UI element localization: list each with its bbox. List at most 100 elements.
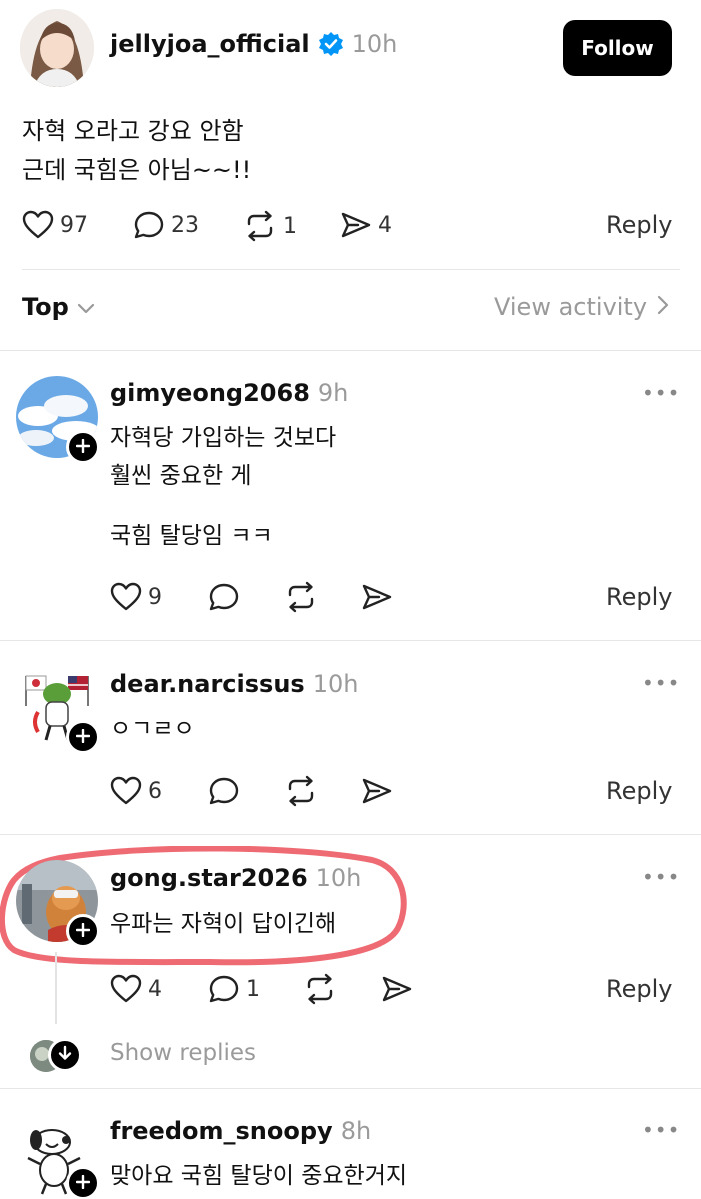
post-body: 자혁 오라고 강요 안함 근데 국힘은 아님~~!! <box>22 112 251 190</box>
avatar[interactable] <box>20 9 94 87</box>
comment-header: freedom_snoopy 8h <box>110 1117 371 1145</box>
divider <box>0 640 701 641</box>
share-button[interactable] <box>361 582 393 612</box>
share-icon <box>381 974 413 1004</box>
post-line: 자혁 오라고 강요 안함 <box>22 117 244 145</box>
like-count: 6 <box>148 778 162 804</box>
comment-button[interactable]: 1 <box>208 974 260 1004</box>
comment-time: 10h <box>312 670 359 698</box>
comment-header: gimyeong2068 9h <box>110 379 348 407</box>
follow-badge[interactable] <box>66 430 100 464</box>
heart-icon <box>110 974 142 1004</box>
repost-icon <box>284 581 318 613</box>
plus-icon <box>75 922 91 941</box>
divider <box>0 350 701 351</box>
verified-icon <box>318 31 344 57</box>
comment-body: 맞아요 국힘 탈당이 중요한거지 <box>110 1157 407 1195</box>
comment-line: 우파는 자혁이 답이긴해 <box>110 911 337 937</box>
divider <box>0 1088 701 1089</box>
comment-icon <box>208 582 240 612</box>
repost-icon <box>303 973 337 1005</box>
comment-count: 1 <box>246 976 260 1002</box>
show-replies-link[interactable]: Show replies <box>110 1040 256 1066</box>
comment-icon <box>208 974 240 1004</box>
comment-line: 맞아요 국힘 탈당이 중요한거지 <box>110 1163 408 1189</box>
comment-username[interactable]: gimyeong2068 <box>110 379 310 407</box>
repost-button[interactable] <box>303 973 337 1005</box>
share-icon <box>340 210 372 240</box>
repost-button[interactable]: 1 <box>243 210 297 242</box>
like-button[interactable]: 6 <box>110 776 162 806</box>
comment-spacer <box>110 495 336 517</box>
repost-button[interactable] <box>284 775 318 807</box>
repost-icon <box>284 775 318 807</box>
comment-line: 자혁당 가입하는 것보다 <box>110 425 337 451</box>
reply-button[interactable]: Reply <box>606 975 672 1003</box>
post-time: 10h <box>351 30 398 58</box>
comment-username[interactable]: gong.star2026 <box>110 864 308 892</box>
comment-time: 10h <box>315 864 362 892</box>
comment-body: 자혁당 가입하는 것보다 훨씬 중요한 게 국힘 탈당임 ㅋㅋ <box>110 419 336 555</box>
comment-line: 훨씬 중요한 게 <box>110 463 252 489</box>
divider <box>22 269 680 270</box>
share-button[interactable] <box>361 776 393 806</box>
follow-badge[interactable] <box>66 914 100 948</box>
post-line: 근데 국힘은 아님~~!! <box>22 156 252 184</box>
like-button[interactable]: 9 <box>110 582 162 612</box>
heart-icon <box>22 210 54 240</box>
reply-button[interactable]: Reply <box>606 211 672 239</box>
comment-time: 9h <box>317 379 349 407</box>
follow-button[interactable]: Follow <box>563 20 672 76</box>
view-activity-link[interactable]: View activity <box>494 293 669 321</box>
divider <box>0 834 701 835</box>
comment-count: 23 <box>171 212 199 238</box>
more-icon[interactable]: ••• <box>642 381 680 405</box>
plus-icon <box>75 1174 91 1193</box>
more-icon[interactable]: ••• <box>642 865 680 889</box>
arrow-down-icon <box>58 1045 72 1065</box>
plus-icon <box>75 438 91 457</box>
more-icon[interactable]: ••• <box>642 1118 680 1142</box>
comment-time: 8h <box>340 1117 372 1145</box>
more-icon[interactable]: ••• <box>642 671 680 695</box>
reply-button[interactable]: Reply <box>606 583 672 611</box>
comment-line: 국힘 탈당임 ㅋㅋ <box>110 523 273 549</box>
chevron-right-icon <box>657 293 669 321</box>
follow-badge[interactable] <box>66 720 100 754</box>
comment-username[interactable]: freedom_snoopy <box>110 1117 333 1145</box>
share-button[interactable]: 4 <box>340 210 392 240</box>
sort-label: Top <box>22 293 69 321</box>
comment-button[interactable]: 23 <box>133 210 199 240</box>
comment-button[interactable] <box>208 776 240 806</box>
comment-body: ㅇㄱㄹㅇ <box>110 710 195 748</box>
comment-username[interactable]: dear.narcissus <box>110 670 305 698</box>
comment-header: gong.star2026 10h <box>110 864 361 892</box>
share-button[interactable] <box>381 974 413 1004</box>
comment-line: ㅇㄱㄹㅇ <box>110 716 195 742</box>
reply-button[interactable]: Reply <box>606 777 672 805</box>
like-count: 97 <box>60 212 88 238</box>
plus-icon <box>75 728 91 747</box>
view-activity-label: View activity <box>494 293 648 321</box>
chevron-down-icon <box>77 293 95 321</box>
comment-icon <box>133 210 165 240</box>
comment-body: 우파는 자혁이 답이긴해 <box>110 905 336 943</box>
comment-icon <box>208 776 240 806</box>
post-header: jellyjoa_official 10h <box>110 30 397 58</box>
thread-line <box>55 952 57 1024</box>
heart-icon <box>110 582 142 612</box>
like-count: 9 <box>148 584 162 610</box>
repost-count: 1 <box>283 213 297 239</box>
comment-button[interactable] <box>208 582 240 612</box>
repost-button[interactable] <box>284 581 318 613</box>
sort-dropdown[interactable]: Top <box>22 293 95 321</box>
repost-icon <box>243 210 277 242</box>
post-username[interactable]: jellyjoa_official <box>110 30 310 58</box>
share-icon <box>361 776 393 806</box>
share-count: 4 <box>378 212 392 238</box>
like-button[interactable]: 4 <box>110 974 162 1004</box>
arrow-down-badge[interactable] <box>48 1038 82 1072</box>
like-button[interactable]: 97 <box>22 210 88 240</box>
comment-header: dear.narcissus 10h <box>110 670 358 698</box>
follow-badge[interactable] <box>66 1166 100 1199</box>
